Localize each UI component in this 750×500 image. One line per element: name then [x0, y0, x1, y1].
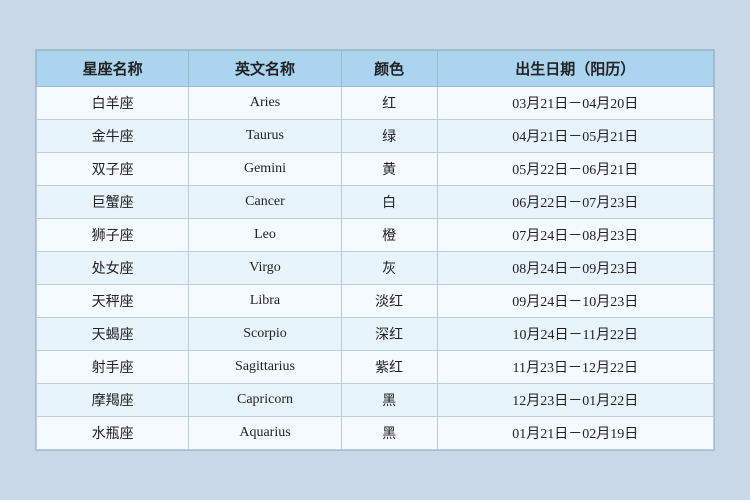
table-row: 白羊座Aries红03月21日－04月20日: [37, 87, 714, 120]
table-row: 天秤座Libra淡红09月24日－10月23日: [37, 285, 714, 318]
table-cell: 狮子座: [37, 219, 189, 252]
table-cell: 12月23日－01月22日: [437, 384, 713, 417]
table-cell: 07月24日－08月23日: [437, 219, 713, 252]
table-cell: 10月24日－11月22日: [437, 318, 713, 351]
table-cell: 红: [341, 87, 437, 120]
table-cell: Libra: [189, 285, 341, 318]
table-cell: 03月21日－04月20日: [437, 87, 713, 120]
table-cell: 04月21日－05月21日: [437, 120, 713, 153]
table-cell: 巨蟹座: [37, 186, 189, 219]
table-cell: 天蝎座: [37, 318, 189, 351]
col-header-english-name: 英文名称: [189, 51, 341, 87]
table-cell: 天秤座: [37, 285, 189, 318]
table-body: 白羊座Aries红03月21日－04月20日金牛座Taurus绿04月21日－0…: [37, 87, 714, 450]
table-cell: 绿: [341, 120, 437, 153]
table-cell: Scorpio: [189, 318, 341, 351]
table-cell: 黑: [341, 417, 437, 450]
table-cell: 紫红: [341, 351, 437, 384]
table-cell: 橙: [341, 219, 437, 252]
col-header-chinese-name: 星座名称: [37, 51, 189, 87]
table-cell: 双子座: [37, 153, 189, 186]
table-row: 射手座Sagittarius紫红11月23日－12月22日: [37, 351, 714, 384]
table-cell: 白羊座: [37, 87, 189, 120]
table-cell: 黄: [341, 153, 437, 186]
table-row: 水瓶座Aquarius黑01月21日－02月19日: [37, 417, 714, 450]
table-cell: 摩羯座: [37, 384, 189, 417]
table-cell: Gemini: [189, 153, 341, 186]
table-cell: Leo: [189, 219, 341, 252]
table-cell: Cancer: [189, 186, 341, 219]
table-cell: 淡红: [341, 285, 437, 318]
col-header-date: 出生日期（阳历）: [437, 51, 713, 87]
zodiac-table-container: 星座名称 英文名称 颜色 出生日期（阳历） 白羊座Aries红03月21日－04…: [35, 49, 715, 451]
table-cell: 05月22日－06月21日: [437, 153, 713, 186]
table-cell: 深红: [341, 318, 437, 351]
table-row: 天蝎座Scorpio深红10月24日－11月22日: [37, 318, 714, 351]
zodiac-table: 星座名称 英文名称 颜色 出生日期（阳历） 白羊座Aries红03月21日－04…: [36, 50, 714, 450]
table-cell: Capricorn: [189, 384, 341, 417]
table-cell: 黑: [341, 384, 437, 417]
table-row: 金牛座Taurus绿04月21日－05月21日: [37, 120, 714, 153]
table-cell: 金牛座: [37, 120, 189, 153]
table-cell: Virgo: [189, 252, 341, 285]
col-header-color: 颜色: [341, 51, 437, 87]
table-header-row: 星座名称 英文名称 颜色 出生日期（阳历）: [37, 51, 714, 87]
table-row: 处女座Virgo灰08月24日－09月23日: [37, 252, 714, 285]
table-cell: 08月24日－09月23日: [437, 252, 713, 285]
table-cell: 11月23日－12月22日: [437, 351, 713, 384]
table-row: 狮子座Leo橙07月24日－08月23日: [37, 219, 714, 252]
table-cell: 白: [341, 186, 437, 219]
table-cell: Sagittarius: [189, 351, 341, 384]
table-cell: 射手座: [37, 351, 189, 384]
table-row: 巨蟹座Cancer白06月22日－07月23日: [37, 186, 714, 219]
table-cell: 06月22日－07月23日: [437, 186, 713, 219]
table-row: 双子座Gemini黄05月22日－06月21日: [37, 153, 714, 186]
table-cell: 处女座: [37, 252, 189, 285]
table-cell: Aquarius: [189, 417, 341, 450]
table-cell: 09月24日－10月23日: [437, 285, 713, 318]
table-cell: 灰: [341, 252, 437, 285]
table-cell: 水瓶座: [37, 417, 189, 450]
table-cell: Taurus: [189, 120, 341, 153]
table-cell: Aries: [189, 87, 341, 120]
table-cell: 01月21日－02月19日: [437, 417, 713, 450]
table-row: 摩羯座Capricorn黑12月23日－01月22日: [37, 384, 714, 417]
